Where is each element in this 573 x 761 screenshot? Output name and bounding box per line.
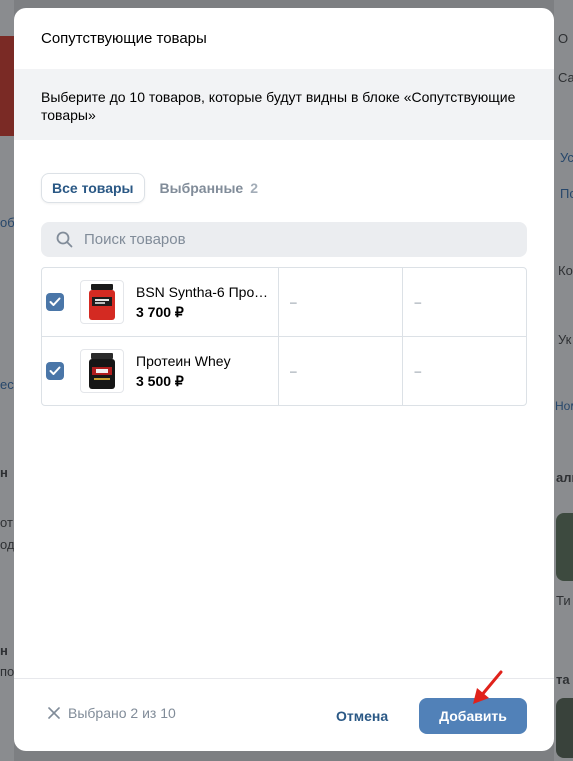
background-text: Ко	[558, 263, 573, 278]
background-link: об	[0, 215, 15, 230]
product-name: Протеин Whey	[136, 352, 231, 369]
background-text: от	[0, 515, 13, 530]
modal-header: Сопутствующие товары	[14, 8, 554, 69]
selected-count-text: Выбрано 2 из 10	[68, 705, 176, 721]
close-icon	[48, 707, 60, 719]
product-thumbnail	[80, 280, 124, 324]
product-checkbox[interactable]	[46, 293, 64, 311]
empty-cell: –	[402, 337, 526, 405]
background-thumbnail	[0, 36, 14, 136]
table-row: BSN Syntha-6 Протеин 3 700 ₽ – –	[42, 268, 526, 336]
background-text: О	[558, 31, 569, 46]
search-icon	[56, 231, 73, 248]
tab-count-badge: 2	[250, 180, 259, 196]
tab-selected[interactable]: Выбранные 2	[150, 173, 269, 203]
background-link: По	[560, 186, 573, 201]
background-product-image	[556, 698, 573, 758]
cancel-button[interactable]: Отмена	[324, 699, 400, 733]
background-text: од	[0, 537, 15, 552]
product-jar-image	[89, 353, 115, 389]
product-cell[interactable]: BSN Syntha-6 Протеин 3 700 ₽	[42, 268, 279, 336]
tabs: Все товары Выбранные 2	[41, 173, 268, 203]
background-text: Ук	[558, 332, 572, 347]
product-jar-image	[89, 284, 115, 320]
background-text: по	[0, 664, 15, 679]
modal-title: Сопутствующие товары	[41, 30, 207, 47]
clear-selection[interactable]: Выбрано 2 из 10	[48, 705, 176, 721]
background-text: та	[556, 672, 570, 687]
empty-cell: –	[289, 364, 297, 378]
annotation-arrow	[473, 670, 503, 704]
background-link: Ном	[555, 399, 573, 413]
tab-label: Выбранные	[159, 180, 244, 196]
product-info: BSN Syntha-6 Протеин 3 700 ₽	[136, 284, 270, 321]
background-product-image	[556, 513, 573, 581]
background-text: али	[556, 470, 573, 485]
product-info: Протеин Whey 3 500 ₽	[136, 353, 270, 390]
empty-cell: –	[289, 295, 297, 309]
checkmark-icon	[49, 366, 61, 375]
tab-all-products[interactable]: Все товары	[41, 173, 145, 203]
empty-cell: –	[402, 268, 526, 336]
search-bar	[41, 222, 527, 257]
modal-notice: Выберите до 10 товаров, которые будут ви…	[14, 69, 554, 140]
related-products-modal: Сопутствующие товары Выберите до 10 това…	[14, 8, 554, 751]
product-price: 3 500 ₽	[136, 372, 184, 389]
product-price: 3 700 ₽	[136, 303, 184, 320]
search-input[interactable]	[82, 230, 506, 249]
checkmark-icon	[49, 297, 61, 306]
background-right-column	[554, 0, 573, 761]
products-table: BSN Syntha-6 Протеин 3 700 ₽ – – Протеин…	[41, 267, 527, 406]
background-link: ес	[0, 377, 14, 392]
background-text: н	[0, 643, 8, 658]
background-text: Са	[558, 70, 573, 85]
product-thumbnail	[80, 349, 124, 393]
product-name: BSN Syntha-6 Протеин	[136, 283, 270, 300]
background-text: н	[0, 465, 8, 480]
tab-label: Все товары	[52, 180, 134, 196]
background-link: Ус	[560, 150, 573, 165]
product-checkbox[interactable]	[46, 362, 64, 380]
table-row: Протеин Whey 3 500 ₽ – –	[42, 336, 526, 405]
product-cell[interactable]: Протеин Whey 3 500 ₽	[42, 337, 279, 405]
background-text: Ти	[556, 593, 571, 608]
